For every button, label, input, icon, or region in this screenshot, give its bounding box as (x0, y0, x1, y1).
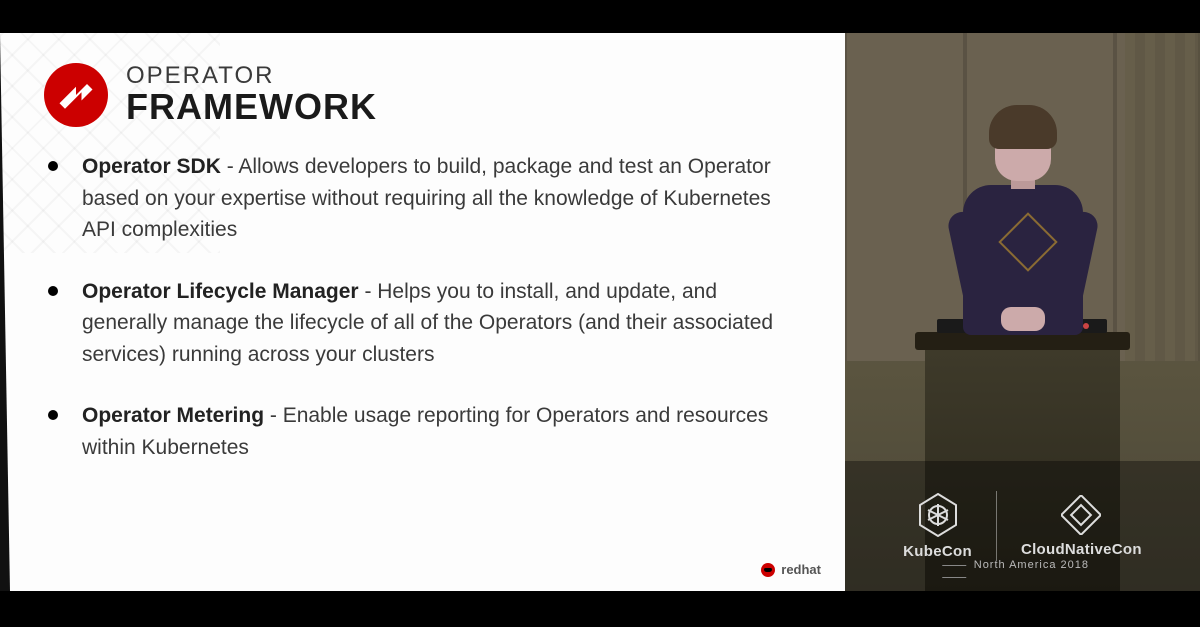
bullet-term: Operator SDK (82, 155, 221, 178)
kubecon-icon (918, 493, 958, 537)
list-item: Operator Lifecycle Manager - Helps you t… (82, 276, 801, 371)
list-item: Operator Metering - Enable usage reporti… (82, 400, 801, 463)
slide-title-main: FRAMEWORK (126, 89, 377, 126)
divider (996, 491, 997, 561)
redhat-icon (761, 563, 775, 577)
presentation-slide: OPERATOR FRAMEWORK Operator SDK - Allows… (0, 33, 845, 591)
speaker-camera-feed: KubeCon CloudNativeCon North America 201… (845, 33, 1200, 591)
kubecon-label: KubeCon (903, 543, 972, 560)
slide-brand-footer: redhat (761, 562, 821, 577)
bullet-term: Operator Metering (82, 404, 264, 427)
operator-framework-icon (44, 63, 108, 127)
cloudnativecon-icon (1061, 495, 1101, 535)
brand-label: redhat (781, 562, 821, 577)
bullet-term: Operator Lifecycle Manager (82, 280, 359, 303)
video-frame: OPERATOR FRAMEWORK Operator SDK - Allows… (0, 33, 1200, 591)
slide-title-row: OPERATOR FRAMEWORK (44, 63, 801, 127)
speaker (943, 111, 1103, 351)
cloudnativecon-label: CloudNativeCon (1021, 541, 1142, 558)
conference-subtitle: North America 2018 (934, 559, 1112, 583)
list-item: Operator SDK - Allows developers to buil… (82, 151, 801, 246)
slide-bullet-list: Operator SDK - Allows developers to buil… (44, 151, 801, 463)
conference-watermark: KubeCon CloudNativeCon North America 201… (845, 461, 1200, 591)
